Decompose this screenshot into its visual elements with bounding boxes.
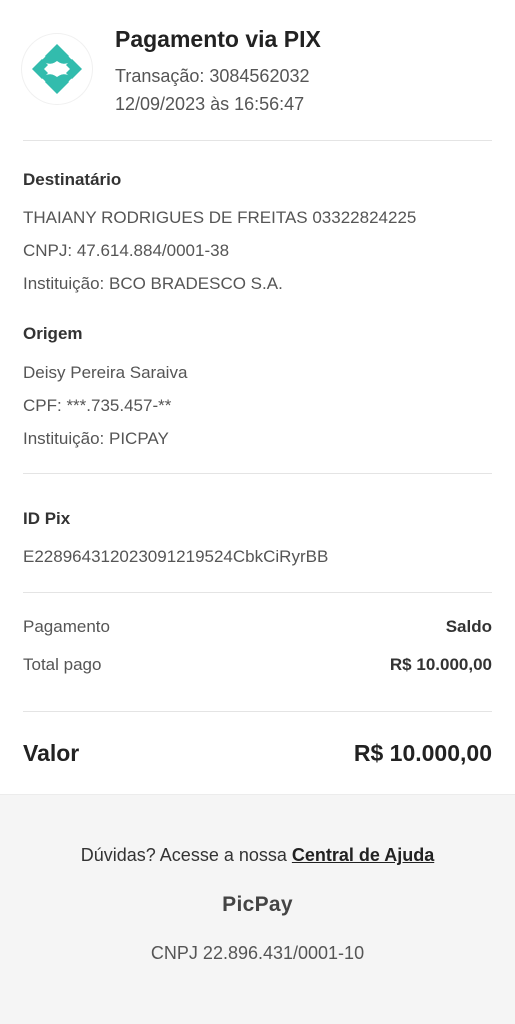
destinatario-name: THAIANY RODRIGUES DE FREITAS 03322824225 (23, 208, 417, 227)
destinatario-cnpj: CNPJ: 47.614.884/0001-38 (23, 241, 230, 260)
origem-cpf: CPF: ***.735.457-** (23, 396, 172, 415)
receipt-page: Pagamento via PIX Transação: 3084562032 … (0, 0, 515, 1024)
help-prefix: Dúvidas? Acesse a nossa (80, 845, 292, 865)
origem-name: Deisy Pereira Saraiva (23, 363, 188, 382)
total-paid-value: R$ 10.000,00 (389, 655, 492, 674)
divider (23, 473, 492, 474)
divider (23, 140, 492, 141)
picpay-logo: PicPay (222, 893, 293, 916)
destinatario-title: Destinatário (23, 170, 122, 189)
help-center-link[interactable]: Central de Ajuda (292, 845, 434, 865)
origem-institution: Instituição: PICPAY (23, 429, 169, 448)
total-paid-label: Total pago (23, 655, 102, 674)
help-text: Dúvidas? Acesse a nossa Central de Ajuda (0, 845, 515, 866)
valor-value: R$ 10.000,00 (353, 740, 492, 766)
pix-logo-icon (22, 34, 92, 104)
footer: Dúvidas? Acesse a nossa Central de Ajuda… (0, 794, 515, 1024)
origem-title: Origem (23, 324, 83, 343)
receipt-header: Pagamento via PIX Transação: 3084562032 … (0, 0, 515, 140)
destinatario-institution: Instituição: BCO BRADESCO S.A. (23, 274, 283, 293)
payment-method-label: Pagamento (23, 617, 110, 636)
id-pix-value: E22896431202309121952​4CbkCiRyrBB (23, 547, 329, 566)
divider (23, 711, 492, 712)
transaction-datetime: 12/09/2023 às 16:56:47 (115, 94, 305, 114)
company-cnpj: CNPJ 22.896.431/0001-10 (150, 943, 365, 963)
transaction-id: Transação: 3084562032 (115, 66, 310, 86)
payment-method-value: Saldo (445, 617, 492, 636)
divider (23, 592, 492, 593)
page-title: Pagamento via PIX (115, 26, 321, 52)
valor-label: Valor (23, 740, 80, 766)
id-pix-title: ID Pix (23, 509, 71, 528)
